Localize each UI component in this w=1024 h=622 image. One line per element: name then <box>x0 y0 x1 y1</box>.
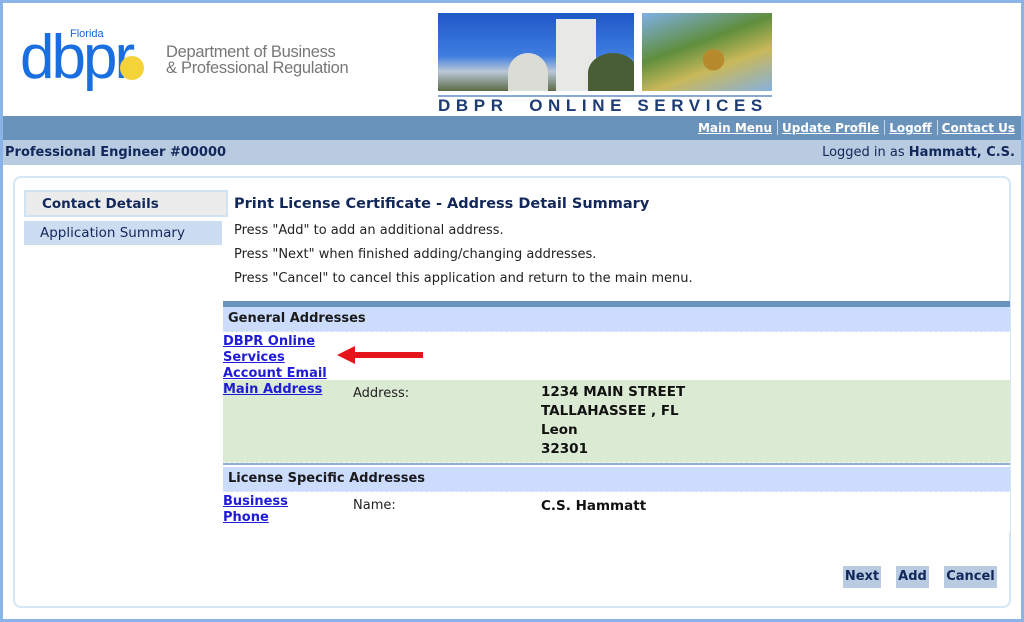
instruction-next: Press "Next" when finished adding/changi… <box>234 247 597 262</box>
next-button[interactable]: Next <box>843 566 881 588</box>
banner-title: DBPR ONLINE SERVICES <box>438 96 768 115</box>
nav-logoff[interactable]: Logoff <box>889 121 931 135</box>
cancel-button[interactable]: Cancel <box>944 566 997 588</box>
top-nav: Main Menu Update Profile Logoff Contact Us <box>3 116 1021 140</box>
nav-separator <box>936 120 938 135</box>
address-field-label: Address: <box>353 386 410 401</box>
capitol-dome-shape <box>508 53 548 91</box>
address-city-state: TALLAHASSEE , FL <box>541 403 679 419</box>
department-line-2: & Professional Regulation <box>166 59 349 77</box>
main-content: Print License Certificate - Address Deta… <box>234 192 1014 291</box>
sidebar-item-contact-details[interactable]: Contact Details <box>24 190 228 217</box>
tree-shape <box>588 53 634 91</box>
address-table: General Addresses DBPR Online Services A… <box>223 301 1010 532</box>
capitol-photo <box>438 13 634 91</box>
logo-sun-icon <box>120 56 144 80</box>
online-services-banner: DBPR ONLINE SERVICES <box>436 10 772 115</box>
palm-tree-photo <box>642 13 772 91</box>
nav-contact-us[interactable]: Contact Us <box>942 121 1015 135</box>
add-button[interactable]: Add <box>896 566 929 588</box>
address-zip: 32301 <box>541 441 588 457</box>
business-name-value: C.S. Hammatt <box>541 498 647 514</box>
logged-in-user: Hammatt, C.S. <box>908 145 1015 160</box>
general-addresses-header: General Addresses <box>223 307 1010 332</box>
logo-state: Florida <box>70 28 104 40</box>
nav-separator <box>884 120 886 135</box>
nav-main-menu[interactable]: Main Menu <box>698 121 772 135</box>
logged-in-prefix: Logged in as <box>822 145 909 160</box>
department-line-1: Department of Business <box>166 43 336 61</box>
logged-in-status: Logged in as Hammatt, C.S. <box>822 140 1015 165</box>
address-row-business-phone: Business Phone Name: C.S. Hammatt <box>223 492 1010 532</box>
nav-update-profile[interactable]: Update Profile <box>782 121 879 135</box>
logo-department: Department of Business & Professional Re… <box>166 43 349 77</box>
address-county: Leon <box>541 422 578 438</box>
instruction-cancel: Press "Cancel" to cancel this applicatio… <box>234 271 693 286</box>
license-bar: Professional Engineer #00000 Logged in a… <box>3 140 1021 165</box>
dbpr-logo[interactable]: dbpr Florida Department of Business & Pr… <box>20 23 350 103</box>
address-row-main: Main Address Address: 1234 MAIN STREET T… <box>223 380 1010 463</box>
business-phone-link[interactable]: Business Phone <box>223 494 338 526</box>
license-addresses-header: License Specific Addresses <box>223 467 1010 492</box>
sidebar-item-application-summary[interactable]: Application Summary <box>24 221 222 245</box>
license-title: Professional Engineer #00000 <box>5 145 227 160</box>
red-arrow-left-icon <box>337 346 423 364</box>
instruction-add: Press "Add" to add an additional address… <box>234 223 504 238</box>
address-street: 1234 MAIN STREET <box>541 384 686 400</box>
nav-separator <box>777 120 779 135</box>
page-title: Print License Certificate - Address Deta… <box>234 196 650 212</box>
site-header: dbpr Florida Department of Business & Pr… <box>3 3 1021 115</box>
main-address-link[interactable]: Main Address <box>223 382 338 398</box>
sidebar: Contact Details Application Summary <box>24 190 228 245</box>
main-address-value: 1234 MAIN STREET TALLAHASSEE , FL Leon 3… <box>541 383 685 459</box>
dbpr-account-email-link[interactable]: DBPR Online Services Account Email <box>223 334 338 382</box>
name-field-label: Name: <box>353 498 396 513</box>
